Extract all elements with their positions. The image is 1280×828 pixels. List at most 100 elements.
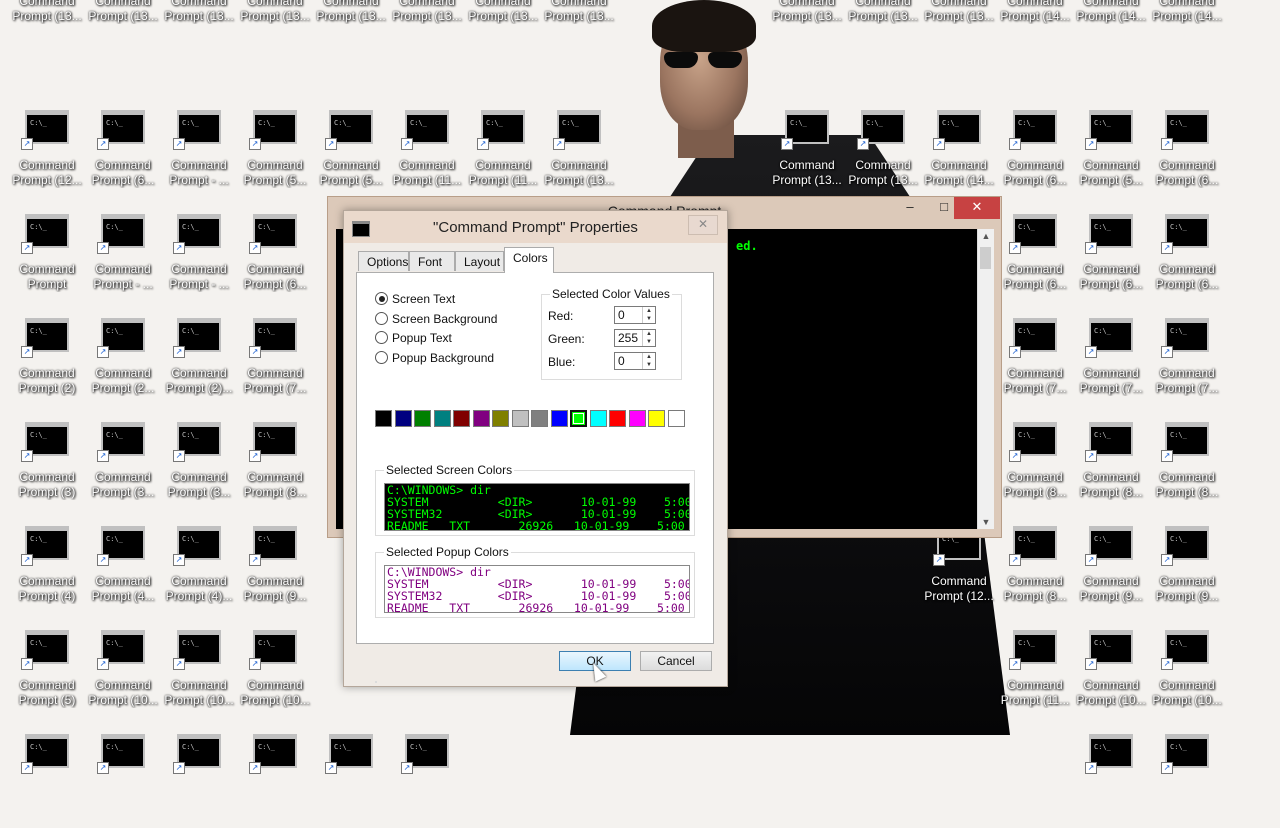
- desktop-shortcut[interactable]: C:\_ ↗ Command Prompt (7...: [237, 316, 313, 412]
- desktop-shortcut[interactable]: C:\_ ↗ Command Prompt (11...: [465, 108, 541, 204]
- scroll-up-icon[interactable]: ▲: [978, 231, 994, 241]
- desktop-shortcut[interactable]: C:\_ ↗ Command Prompt (8...: [1073, 420, 1149, 516]
- desktop-shortcut[interactable]: C:\_ ↗ Command Prompt (7...: [1149, 316, 1225, 412]
- radio-checked-icon[interactable]: [375, 292, 388, 306]
- radio-popup-background[interactable]: Popup Background: [375, 350, 494, 366]
- desktop-shortcut[interactable]: C:\_↗Command Prompt (13...: [465, 0, 541, 40]
- desktop-shortcut[interactable]: C:\_ ↗ Command Prompt (5...: [1073, 108, 1149, 204]
- desktop-shortcut[interactable]: C:\_ ↗ Command Prompt (4): [9, 524, 85, 620]
- red-stepper[interactable]: 0 ▲ ▼: [614, 306, 656, 324]
- desktop-shortcut[interactable]: C:\_ ↗ Command Prompt (6...: [85, 108, 161, 204]
- color-swatch[interactable]: [628, 410, 646, 427]
- tab-colors[interactable]: Colors: [504, 247, 554, 273]
- desktop-shortcut[interactable]: C:\_ ↗ Command Prompt (12...: [9, 108, 85, 204]
- desktop-shortcut[interactable]: C:\_ ↗ Command Prompt (6...: [997, 212, 1073, 308]
- desktop-shortcut[interactable]: C:\_↗Command Prompt (14...: [1073, 0, 1149, 40]
- console-scrollbar[interactable]: ▲ ▼: [977, 229, 994, 529]
- minimize-button[interactable]: –: [894, 197, 926, 219]
- desktop-shortcut[interactable]: C:\_ ↗: [237, 732, 313, 828]
- spin-down-icon[interactable]: ▼: [643, 338, 655, 346]
- close-button[interactable]: ✕: [954, 197, 1000, 219]
- desktop-shortcut[interactable]: C:\_ ↗ Command Prompt (9...: [1073, 524, 1149, 620]
- spin-down-icon[interactable]: ▼: [643, 315, 655, 323]
- desktop-shortcut[interactable]: C:\_ ↗ Command Prompt (12...: [921, 524, 997, 620]
- desktop-shortcut[interactable]: C:\_ ↗ Command Prompt (8...: [1149, 420, 1225, 516]
- color-swatch[interactable]: [453, 410, 470, 427]
- desktop-shortcut[interactable]: C:\_↗Command Prompt (13...: [161, 0, 237, 40]
- desktop-shortcut[interactable]: C:\_ ↗ Command Prompt (11...: [997, 628, 1073, 724]
- color-swatch[interactable]: [609, 410, 626, 427]
- color-swatch[interactable]: [550, 410, 568, 427]
- desktop-shortcut[interactable]: C:\_ ↗: [389, 732, 465, 828]
- desktop-shortcut[interactable]: C:\_ ↗ Command Prompt (9...: [237, 524, 313, 620]
- desktop-shortcut[interactable]: C:\_ ↗: [313, 732, 389, 828]
- desktop-shortcut[interactable]: C:\_↗Command Prompt (13...: [237, 0, 313, 40]
- desktop-shortcut[interactable]: C:\_ ↗ Command Prompt (10...: [1149, 628, 1225, 724]
- desktop-shortcut[interactable]: C:\_↗Command Prompt (13...: [85, 0, 161, 40]
- desktop-shortcut[interactable]: C:\_↗Command Prompt (13...: [769, 0, 845, 40]
- dialog-close-button[interactable]: ✕: [688, 215, 718, 235]
- desktop-shortcut[interactable]: C:\_ ↗ Command Prompt (11...: [389, 108, 465, 204]
- desktop-shortcut[interactable]: C:\_ ↗ Command Prompt (8...: [997, 524, 1073, 620]
- cancel-button[interactable]: Cancel: [640, 651, 712, 671]
- desktop-shortcut[interactable]: C:\_ ↗ Command Prompt (9...: [1149, 524, 1225, 620]
- properties-dialog[interactable]: "Command Prompt" Properties ✕ Options Fo…: [343, 210, 728, 687]
- desktop-shortcut[interactable]: C:\_ ↗: [1149, 732, 1225, 828]
- desktop-shortcut[interactable]: C:\_ ↗ Command Prompt (4)...: [161, 524, 237, 620]
- tab-font[interactable]: Font: [409, 251, 455, 271]
- desktop-shortcut[interactable]: C:\_ ↗ Command Prompt - ...: [161, 108, 237, 204]
- desktop-shortcut[interactable]: C:\_↗Command Prompt (14...: [921, 108, 997, 204]
- desktop-shortcut[interactable]: C:\_ ↗ Command Prompt (7...: [997, 316, 1073, 412]
- scroll-down-icon[interactable]: ▼: [978, 517, 994, 527]
- desktop-shortcut[interactable]: C:\_ ↗: [1073, 732, 1149, 828]
- desktop-shortcut[interactable]: C:\_ ↗ Command Prompt (5): [9, 628, 85, 724]
- desktop-shortcut[interactable]: C:\_ ↗ Command Prompt (4...: [85, 524, 161, 620]
- radio-screen-text[interactable]: Screen Text: [375, 291, 455, 307]
- radio-screen-background[interactable]: Screen Background: [375, 311, 497, 327]
- scroll-thumb[interactable]: [980, 247, 991, 269]
- desktop-shortcut[interactable]: C:\_ ↗: [9, 732, 85, 828]
- desktop-shortcut[interactable]: C:\_ ↗ Command Prompt (3...: [85, 420, 161, 516]
- desktop-shortcut[interactable]: C:\_ ↗ Command Prompt (6...: [1149, 212, 1225, 308]
- desktop-shortcut[interactable]: C:\_↗Command Prompt (13...: [845, 0, 921, 40]
- desktop-shortcut[interactable]: C:\_ ↗ Command Prompt (10...: [85, 628, 161, 724]
- blue-stepper[interactable]: 0 ▲ ▼: [614, 352, 656, 370]
- desktop-shortcut[interactable]: C:\_ ↗ Command Prompt (10...: [237, 628, 313, 724]
- desktop-shortcut[interactable]: C:\_↗Command Prompt (13...: [921, 0, 997, 40]
- desktop-shortcut[interactable]: C:\_ ↗ Command Prompt: [9, 212, 85, 308]
- tab-options[interactable]: Options: [358, 251, 409, 271]
- desktop-shortcut[interactable]: C:\_↗Command Prompt (14...: [1149, 0, 1225, 40]
- desktop-shortcut[interactable]: C:\_ ↗ Command Prompt (6...: [1073, 212, 1149, 308]
- desktop-shortcut[interactable]: C:\_↗Command Prompt (14...: [997, 0, 1073, 40]
- color-swatch[interactable]: [511, 410, 529, 427]
- desktop-shortcut[interactable]: C:\_ ↗ Command Prompt (10...: [161, 628, 237, 724]
- desktop-shortcut[interactable]: C:\_ ↗ Command Prompt (2)...: [161, 316, 237, 412]
- desktop-shortcut[interactable]: C:\_↗Command Prompt (13...: [541, 0, 617, 40]
- desktop-shortcut[interactable]: C:\_↗Command Prompt (13...: [845, 108, 921, 204]
- red-value[interactable]: 0: [618, 307, 625, 324]
- desktop-shortcut[interactable]: C:\_ ↗ Command Prompt (6...: [1149, 108, 1225, 204]
- green-value[interactable]: 255: [618, 330, 638, 347]
- desktop-shortcut[interactable]: C:\_ ↗ Command Prompt - ...: [85, 212, 161, 308]
- color-swatch[interactable]: [433, 410, 451, 427]
- desktop-shortcut[interactable]: C:\_↗Command Prompt (13...: [389, 0, 465, 40]
- radio-popup-text[interactable]: Popup Text: [375, 330, 452, 346]
- desktop-shortcut[interactable]: C:\_ ↗ Command Prompt (5...: [313, 108, 389, 204]
- color-swatch[interactable]: [589, 410, 607, 427]
- color-swatch[interactable]: [394, 410, 412, 427]
- desktop-shortcut[interactable]: C:\_ ↗: [161, 732, 237, 828]
- color-swatch[interactable]: [375, 410, 392, 427]
- color-swatch[interactable]: [570, 410, 587, 427]
- desktop-shortcut[interactable]: C:\_ ↗ Command Prompt (6...: [237, 212, 313, 308]
- radio-icon[interactable]: [375, 351, 388, 365]
- desktop-shortcut[interactable]: C:\_↗Command Prompt (13...: [769, 108, 845, 204]
- desktop-shortcut[interactable]: C:\_ ↗ Command Prompt (3): [9, 420, 85, 516]
- radio-icon[interactable]: [375, 331, 388, 345]
- desktop-shortcut[interactable]: C:\_ ↗ Command Prompt (8...: [237, 420, 313, 516]
- spin-up-icon[interactable]: ▲: [643, 307, 655, 315]
- tab-layout[interactable]: Layout: [455, 251, 504, 271]
- green-stepper[interactable]: 255 ▲ ▼: [614, 329, 656, 347]
- desktop-shortcut[interactable]: C:\_ ↗ Command Prompt (7...: [1073, 316, 1149, 412]
- color-swatch[interactable]: [667, 410, 685, 427]
- desktop-shortcut[interactable]: C:\_↗Command Prompt (13...: [541, 108, 617, 204]
